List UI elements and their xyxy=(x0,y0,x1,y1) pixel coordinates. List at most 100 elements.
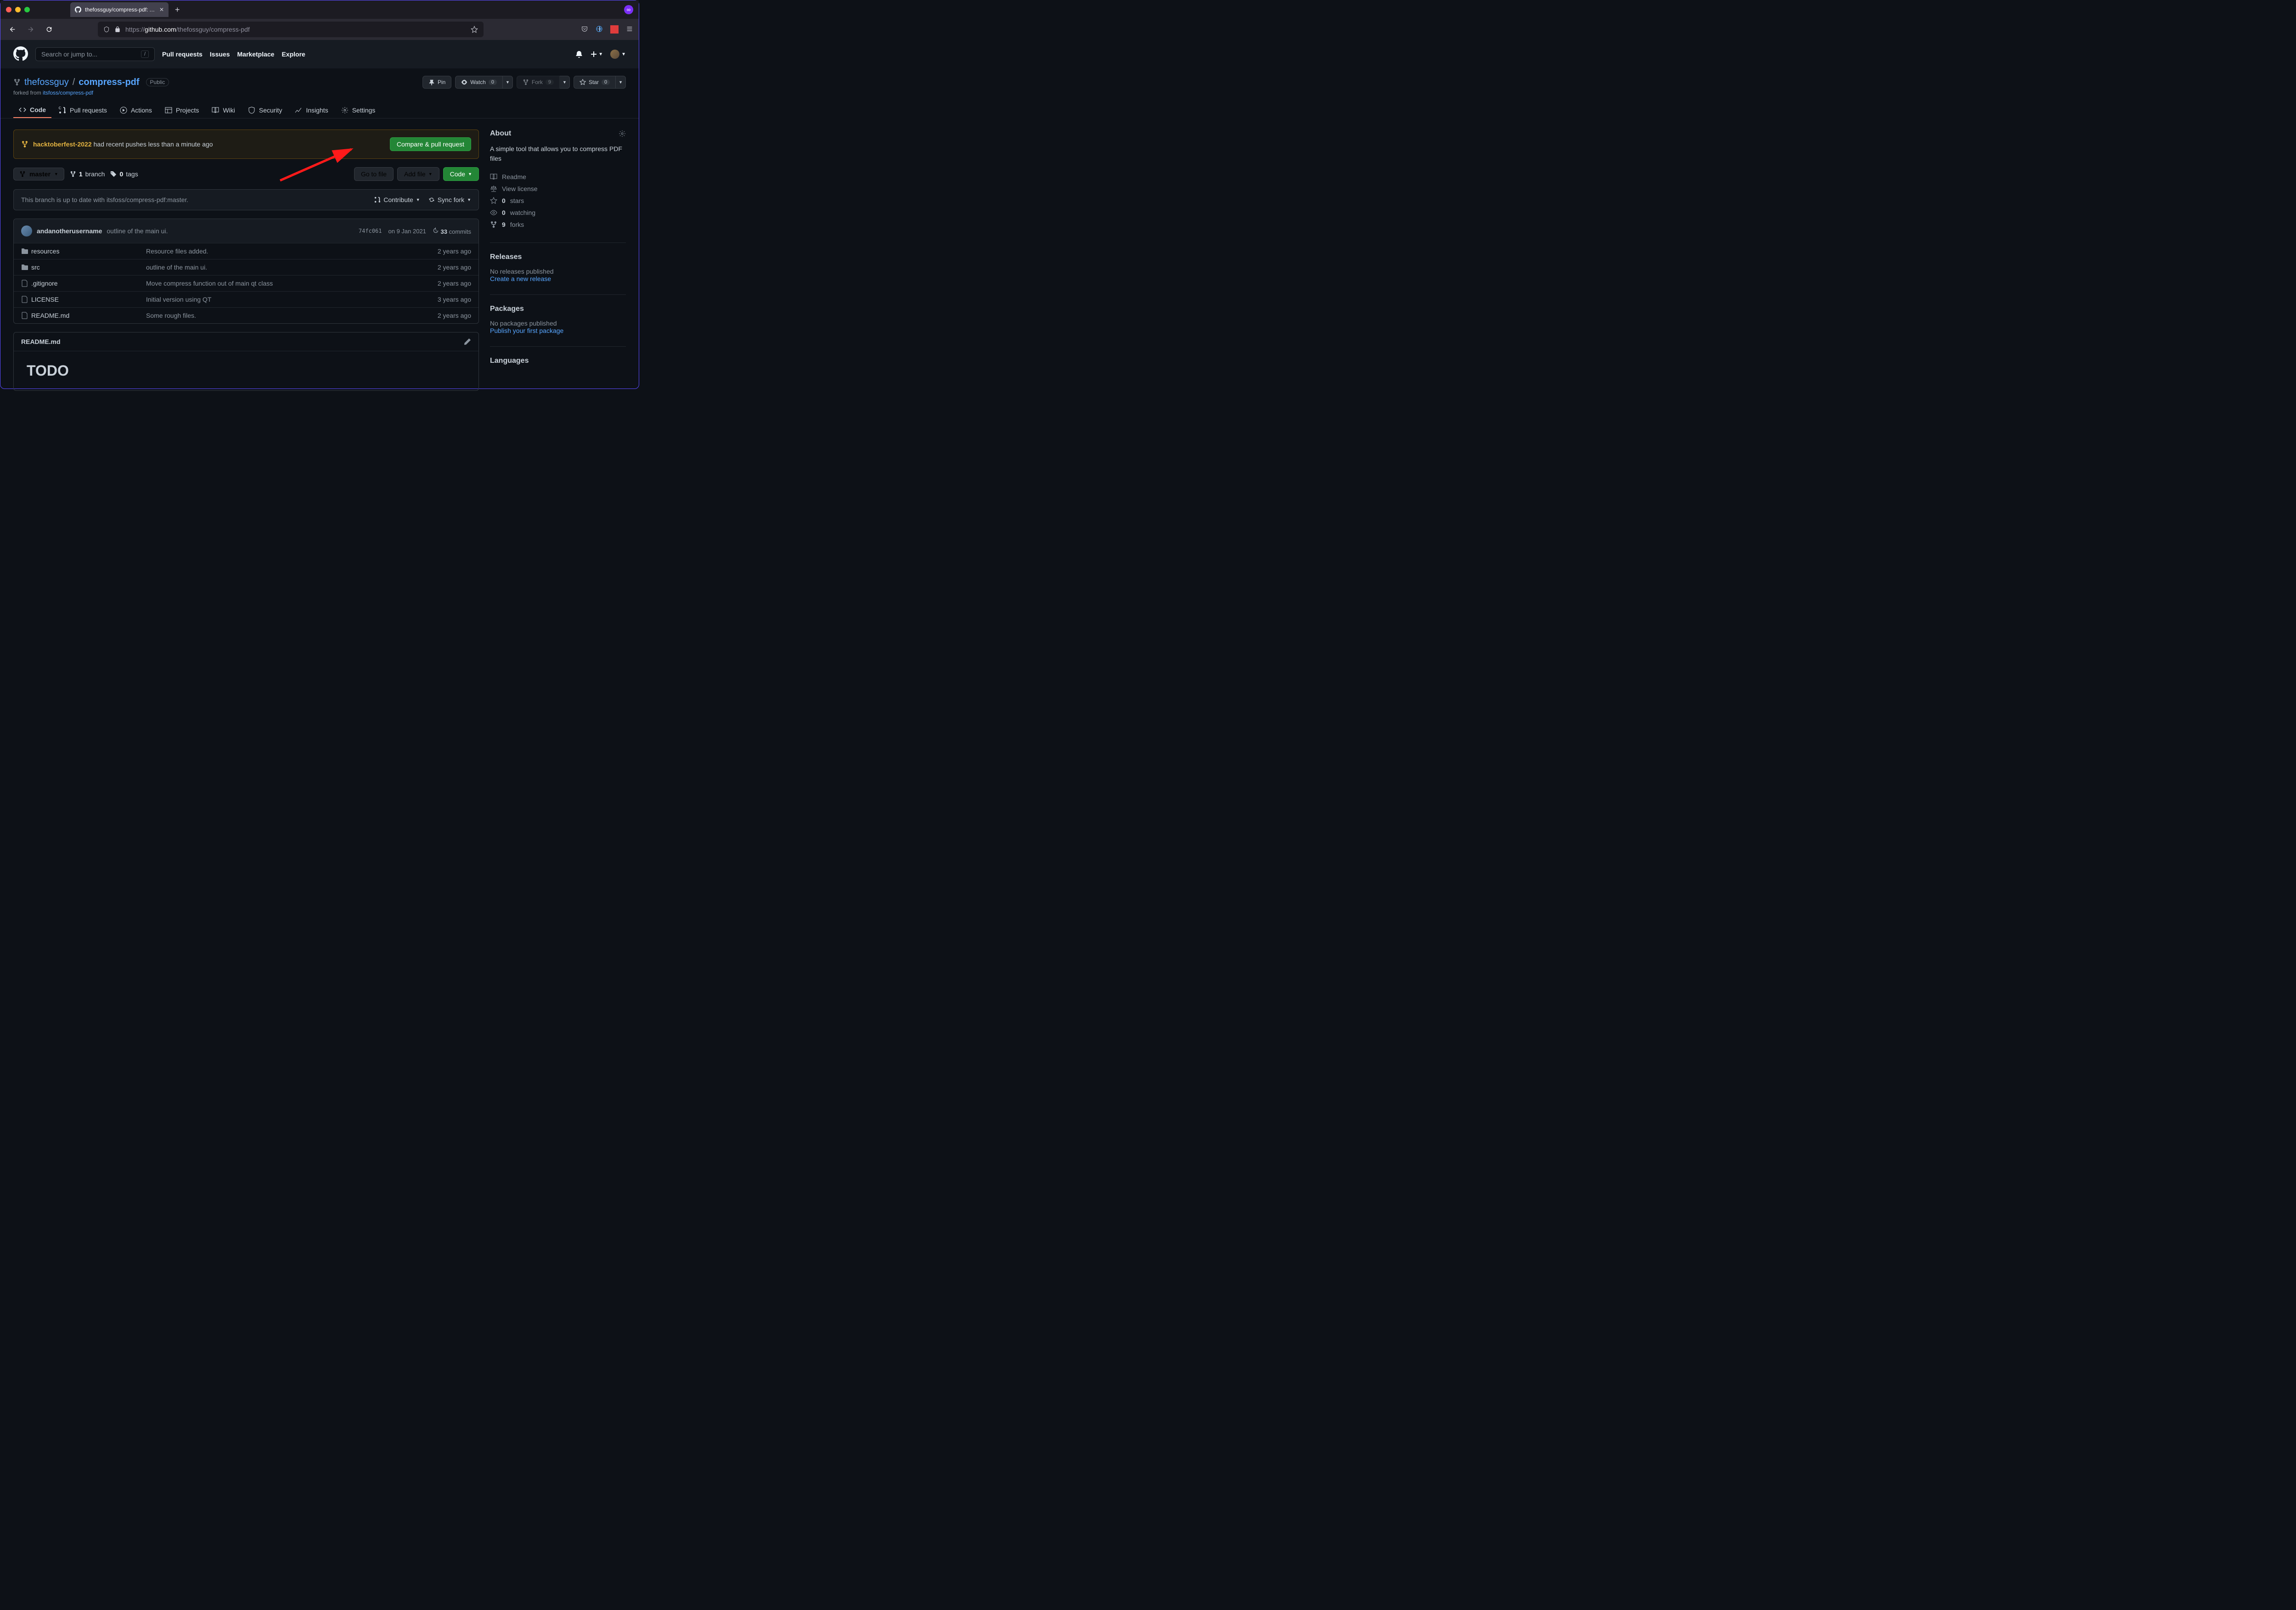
create-new-button[interactable]: ▼ xyxy=(590,51,603,58)
file-commit-msg[interactable]: Initial version using QT xyxy=(146,296,438,303)
fork-dropdown[interactable]: ▼ xyxy=(560,76,570,89)
history-icon xyxy=(433,227,439,234)
readme-filename[interactable]: README.md xyxy=(21,338,61,345)
extension-icon[interactable]: ∞ xyxy=(624,5,633,14)
watching-link[interactable]: 0 watching xyxy=(490,207,626,219)
file-commit-msg[interactable]: Move compress function out of main qt cl… xyxy=(146,280,438,287)
nav-issues[interactable]: Issues xyxy=(210,51,230,58)
tab-security[interactable]: Security xyxy=(242,102,288,118)
file-commit-msg[interactable]: Resource files added. xyxy=(146,248,438,255)
pencil-icon xyxy=(464,338,471,345)
gear-icon xyxy=(341,107,349,114)
forks-link[interactable]: 9 forks xyxy=(490,219,626,231)
bookmark-button[interactable] xyxy=(471,26,478,33)
star-button[interactable]: Star 0 xyxy=(574,76,616,89)
tab-code[interactable]: Code xyxy=(13,102,51,118)
repo-forked-icon xyxy=(13,79,21,86)
repo-name-link[interactable]: compress-pdf xyxy=(79,77,139,88)
search-input[interactable]: Search or jump to... / xyxy=(35,47,155,61)
visibility-badge: Public xyxy=(146,78,169,86)
edit-about-button[interactable] xyxy=(619,130,626,137)
tab-projects[interactable]: Projects xyxy=(159,102,205,118)
tags-link[interactable]: 0 tags xyxy=(110,170,138,178)
file-listing: andanotherusername outline of the main u… xyxy=(13,219,479,324)
file-name-link[interactable]: src xyxy=(31,264,146,271)
readme-link[interactable]: Readme xyxy=(490,171,626,183)
forked-from: forked from itsfoss/compress-pdf xyxy=(13,90,626,96)
tab-settings[interactable]: Settings xyxy=(336,102,381,118)
create-release-link[interactable]: Create a new release xyxy=(490,275,551,282)
repo-owner-link[interactable]: thefossguy xyxy=(24,77,69,88)
license-link[interactable]: View license xyxy=(490,183,626,195)
branch-select-button[interactable]: master ▼ xyxy=(13,168,64,180)
browser-extension-icon-1[interactable] xyxy=(596,25,603,34)
new-tab-button[interactable]: + xyxy=(175,5,180,15)
branches-link[interactable]: 1 branch xyxy=(70,170,105,178)
file-age: 2 years ago xyxy=(438,312,471,319)
code-download-button[interactable]: Code ▼ xyxy=(443,167,479,181)
file-commit-msg[interactable]: Some rough files. xyxy=(146,312,438,319)
releases-none: No releases published xyxy=(490,268,626,275)
graph-icon xyxy=(295,107,302,114)
add-file-button[interactable]: Add file ▼ xyxy=(397,167,439,181)
nav-marketplace[interactable]: Marketplace xyxy=(237,51,275,58)
stars-link[interactable]: 0 stars xyxy=(490,195,626,207)
commit-author-link[interactable]: andanotherusername xyxy=(37,227,102,235)
star-button-group: Star 0 ▼ xyxy=(574,76,626,89)
file-age: 2 years ago xyxy=(438,280,471,287)
nav-pull-requests[interactable]: Pull requests xyxy=(162,51,203,58)
contribute-button[interactable]: Contribute ▼ xyxy=(374,196,420,203)
go-to-file-button[interactable]: Go to file xyxy=(354,167,394,181)
url-bar[interactable]: https://github.com/thefossguy/compress-p… xyxy=(98,22,484,37)
github-logo[interactable] xyxy=(13,46,28,62)
back-button[interactable] xyxy=(6,23,19,36)
close-window-button[interactable] xyxy=(6,7,11,12)
repo-nav: Code Pull requests Actions Projects Wiki… xyxy=(0,96,639,118)
maximize-window-button[interactable] xyxy=(24,7,30,12)
file-name-link[interactable]: resources xyxy=(31,248,146,255)
pin-icon xyxy=(428,79,435,85)
menu-button[interactable] xyxy=(626,25,633,34)
publish-package-link[interactable]: Publish your first package xyxy=(490,327,563,334)
arrow-left-icon xyxy=(9,26,16,33)
commit-author-avatar[interactable] xyxy=(21,225,32,236)
user-menu[interactable]: ▼ xyxy=(610,50,626,59)
tab-title: thefossguy/compress-pdf: A sim xyxy=(85,6,156,13)
browser-toolbar-icons xyxy=(581,25,633,34)
commit-message[interactable]: outline of the main ui. xyxy=(107,227,168,235)
sync-fork-button[interactable]: Sync fork ▼ xyxy=(428,196,471,203)
browser-tab[interactable]: thefossguy/compress-pdf: A sim ✕ xyxy=(70,2,169,17)
tab-wiki[interactable]: Wiki xyxy=(206,102,240,118)
branch-icon xyxy=(70,171,76,177)
avatar xyxy=(610,50,619,59)
file-commit-msg[interactable]: outline of the main ui. xyxy=(146,264,438,271)
watch-dropdown[interactable]: ▼ xyxy=(503,76,513,89)
nav-explore[interactable]: Explore xyxy=(281,51,305,58)
branch-toolbar: master ▼ 1 branch 0 tags Go to file Add … xyxy=(13,167,479,181)
tab-insights[interactable]: Insights xyxy=(289,102,333,118)
commit-sha[interactable]: 74fc061 xyxy=(359,228,382,234)
file-row: .gitignoreMove compress function out of … xyxy=(14,275,478,291)
readme-box: README.md TODO xyxy=(13,332,479,391)
tab-actions[interactable]: Actions xyxy=(114,102,158,118)
star-dropdown[interactable]: ▼ xyxy=(616,76,626,89)
file-name-link[interactable]: .gitignore xyxy=(31,280,146,287)
tab-pulls[interactable]: Pull requests xyxy=(53,102,113,118)
commit-date: on 9 Jan 2021 xyxy=(388,228,426,235)
file-name-link[interactable]: LICENSE xyxy=(31,296,146,303)
compare-pull-request-button[interactable]: Compare & pull request xyxy=(390,137,471,151)
reload-button[interactable] xyxy=(43,23,56,36)
edit-readme-button[interactable] xyxy=(464,338,471,345)
file-name-link[interactable]: README.md xyxy=(31,312,146,319)
browser-extension-icon-2[interactable] xyxy=(610,25,619,34)
github-icon xyxy=(75,6,81,13)
notifications-button[interactable] xyxy=(575,51,583,58)
pin-button[interactable]: Pin xyxy=(422,76,451,89)
commits-link[interactable]: 33 commits xyxy=(433,227,471,235)
pocket-icon[interactable] xyxy=(581,25,588,34)
browser-tab-bar: thefossguy/compress-pdf: A sim ✕ + ∞ xyxy=(0,0,639,19)
close-tab-icon[interactable]: ✕ xyxy=(159,6,164,13)
forked-from-link[interactable]: itsfoss/compress-pdf xyxy=(43,90,93,96)
watch-button[interactable]: Watch 0 xyxy=(455,76,503,89)
minimize-window-button[interactable] xyxy=(15,7,21,12)
